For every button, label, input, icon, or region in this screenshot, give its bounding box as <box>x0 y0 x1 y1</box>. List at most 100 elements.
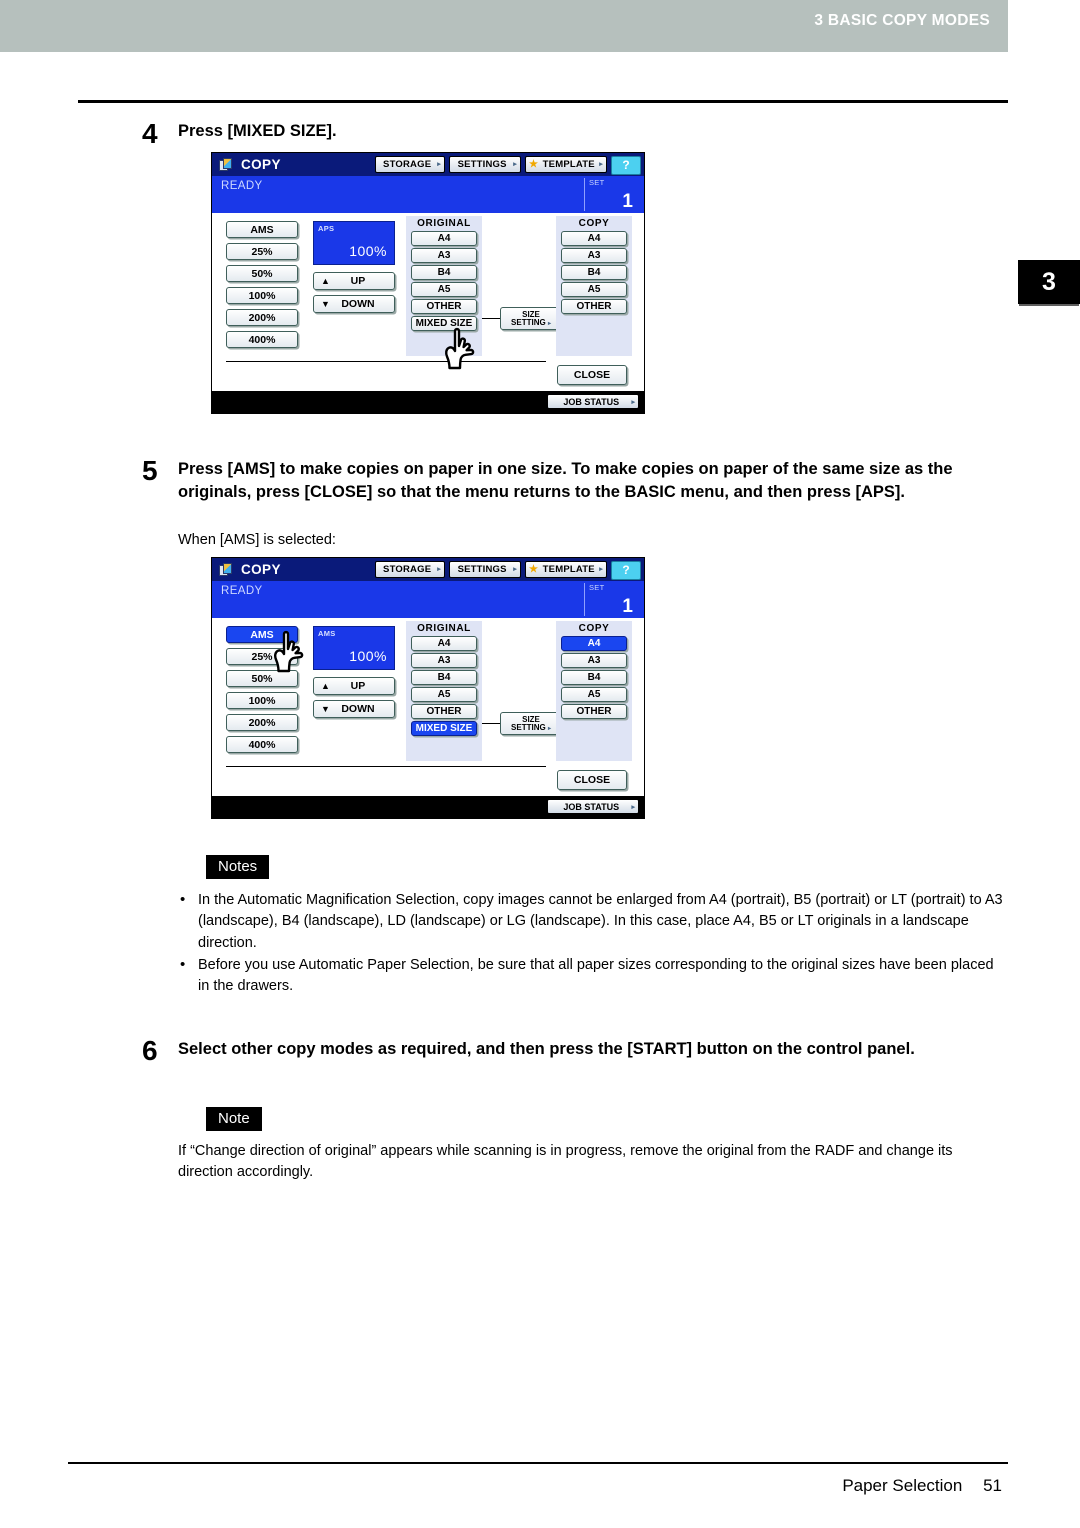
step-6-number: 6 <box>142 1035 158 1066</box>
lcd2-ratio-400[interactable]: 400% <box>226 736 298 753</box>
lcd2-original-a4[interactable]: A4 <box>411 636 477 651</box>
lcd2-ratio-200[interactable]: 200% <box>226 714 298 731</box>
lcd2-help-button[interactable]: ? <box>611 560 641 580</box>
lcd1-ratio-200[interactable]: 200% <box>226 309 298 326</box>
chapter-thumb-tab: 3 <box>1018 260 1080 304</box>
lcd2-copy-column: COPY A4 A3 B4 A5 OTHER <box>556 621 632 761</box>
lcd1-copy-a3[interactable]: A3 <box>561 248 627 263</box>
lcd1-ratio-50[interactable]: 50% <box>226 265 298 282</box>
lcd1-original-a3[interactable]: A3 <box>411 248 477 263</box>
lcd1-size-setting-button[interactable]: SIZE SETTING ▸ <box>500 307 562 330</box>
lcd2-toolbar: STORAGE ▸ SETTINGS ▸ ★ TEMPLATE ▸ ? <box>375 560 641 580</box>
step-5-text: Press [AMS] to make copies on paper in o… <box>178 460 953 502</box>
lcd2-copy-a3[interactable]: A3 <box>561 653 627 668</box>
lcd1-storage-button[interactable]: STORAGE ▸ <box>375 155 445 173</box>
lcd1-ratio-ams[interactable]: AMS <box>226 221 298 238</box>
lcd1-copy-other[interactable]: OTHER <box>561 299 627 314</box>
lcd1-ratio-25[interactable]: 25% <box>226 243 298 260</box>
lcd1-original-header: ORIGINAL <box>417 218 471 229</box>
lcd1-zoom-down-button[interactable]: ▼ DOWN <box>313 295 395 313</box>
lcd1-original-other[interactable]: OTHER <box>411 299 477 314</box>
lcd1-settings-button[interactable]: SETTINGS ▸ <box>449 155 521 173</box>
lcd2-original-a3[interactable]: A3 <box>411 653 477 668</box>
lcd2-zoom-down-button[interactable]: ▼ DOWN <box>313 700 395 718</box>
lcd1-original-mixed-size[interactable]: MIXED SIZE <box>411 316 477 331</box>
lcd2-copy-a4[interactable]: A4 <box>561 636 627 651</box>
lcd1-original-a5[interactable]: A5 <box>411 282 477 297</box>
lcd2-footer-divider <box>226 766 546 767</box>
lcd-screenshot-panel-2: COPY STORAGE ▸ SETTINGS ▸ ★ TEMPLATE ▸ ?… <box>211 557 645 819</box>
lcd2-template-button[interactable]: ★ TEMPLATE ▸ <box>525 560 607 578</box>
lcd2-settings-button[interactable]: SETTINGS ▸ <box>449 560 521 578</box>
lcd1-copy-b4[interactable]: B4 <box>561 265 627 280</box>
chevron-right-icon: ▸ <box>547 726 551 733</box>
lcd2-copy-header: COPY <box>578 623 610 634</box>
lcd2-bottombar: JOB STATUS ▸ <box>212 796 644 818</box>
lcd1-app-title: COPY <box>241 157 281 172</box>
lcd2-app-title: COPY <box>241 562 281 577</box>
lcd1-template-button[interactable]: ★ TEMPLATE ▸ <box>525 155 607 173</box>
step-5-number: 5 <box>142 455 158 486</box>
note-item: • Before you use Automatic Paper Selecti… <box>180 955 994 995</box>
lcd1-zoom-up-button[interactable]: ▲ UP <box>313 272 395 290</box>
lcd1-job-status-button[interactable]: JOB STATUS ▸ <box>547 394 639 409</box>
chevron-right-icon: ▸ <box>631 398 635 406</box>
lcd1-original-a4[interactable]: A4 <box>411 231 477 246</box>
triangle-up-icon: ▲ <box>321 276 330 286</box>
lcd1-zoom-display: APS 100% <box>313 221 395 265</box>
lcd2-original-b4[interactable]: B4 <box>411 670 477 685</box>
lcd2-original-a5[interactable]: A5 <box>411 687 477 702</box>
page-header-band: 3 BASIC COPY MODES <box>0 0 1008 52</box>
lcd1-footer-divider <box>226 361 546 362</box>
copy-app-icon <box>219 562 234 577</box>
lcd2-body: AMS 25% 50% 100% 200% 400% AMS 100% ▲ UP… <box>212 618 644 796</box>
lcd1-original-b4[interactable]: B4 <box>411 265 477 280</box>
lcd2-ratio-50[interactable]: 50% <box>226 670 298 687</box>
lcd2-ratio-100[interactable]: 100% <box>226 692 298 709</box>
lcd1-close-button[interactable]: CLOSE <box>557 365 627 385</box>
note-text: If “Change direction of original” appear… <box>178 1143 953 1181</box>
lcd1-ratio-100[interactable]: 100% <box>226 287 298 304</box>
lcd2-zoom-up-button[interactable]: ▲ UP <box>313 677 395 695</box>
bullet-icon: • <box>180 891 186 908</box>
lcd2-copy-b4[interactable]: B4 <box>561 670 627 685</box>
lcd2-job-status-button[interactable]: JOB STATUS ▸ <box>547 799 639 814</box>
notes-list: • In the Automatic Magnification Selecti… <box>178 890 1006 999</box>
lcd1-ratio-400[interactable]: 400% <box>226 331 298 348</box>
lcd1-help-button[interactable]: ? <box>611 155 641 175</box>
chevron-right-icon: ▸ <box>631 803 635 811</box>
step-4-number: 4 <box>142 118 158 149</box>
bullet-icon: • <box>180 955 186 973</box>
chevron-right-icon: ▸ <box>437 566 441 573</box>
lcd2-close-button[interactable]: CLOSE <box>557 770 627 790</box>
lcd2-copy-other[interactable]: OTHER <box>561 704 627 719</box>
copy-app-icon <box>219 157 234 172</box>
lcd2-ratio-ams[interactable]: AMS <box>226 626 298 643</box>
lcd1-status-text: READY <box>221 180 263 192</box>
star-icon: ★ <box>529 158 539 170</box>
top-divider-rule <box>78 100 1008 103</box>
lcd1-copy-a5[interactable]: A5 <box>561 282 627 297</box>
lcd1-zoom-percent: 100% <box>349 243 387 259</box>
footer-page-number: 51 <box>983 1476 1002 1495</box>
lcd2-set-value: 1 <box>622 596 633 617</box>
lcd2-size-setting-button[interactable]: SIZE SETTING ▸ <box>500 712 562 735</box>
lcd1-connector-left <box>482 318 500 319</box>
lcd1-titlebar: COPY STORAGE ▸ SETTINGS ▸ ★ TEMPLATE ▸ ? <box>212 153 644 176</box>
lcd1-toolbar: STORAGE ▸ SETTINGS ▸ ★ TEMPLATE ▸ ? <box>375 155 641 175</box>
chevron-right-icon: ▸ <box>437 161 441 168</box>
lcd1-copy-count: SET 1 <box>584 178 636 212</box>
lcd2-storage-button[interactable]: STORAGE ▸ <box>375 560 445 578</box>
lcd1-ratio-column: AMS 25% 50% 100% 200% 400% <box>226 221 298 353</box>
lcd1-copy-a4[interactable]: A4 <box>561 231 627 246</box>
lcd2-zoom-mode-label: AMS <box>318 629 336 638</box>
chevron-right-icon: ▸ <box>599 566 603 573</box>
step-6-text: Select other copy modes as required, and… <box>178 1040 915 1058</box>
lcd2-copy-a5[interactable]: A5 <box>561 687 627 702</box>
lcd2-original-other[interactable]: OTHER <box>411 704 477 719</box>
lcd2-original-mixed-size[interactable]: MIXED SIZE <box>411 721 477 736</box>
footer-section-title: Paper Selection <box>842 1476 963 1495</box>
lcd2-titlebar: COPY STORAGE ▸ SETTINGS ▸ ★ TEMPLATE ▸ ? <box>212 558 644 581</box>
lcd1-bottombar: JOB STATUS ▸ <box>212 391 644 413</box>
lcd2-ratio-25[interactable]: 25% <box>226 648 298 665</box>
